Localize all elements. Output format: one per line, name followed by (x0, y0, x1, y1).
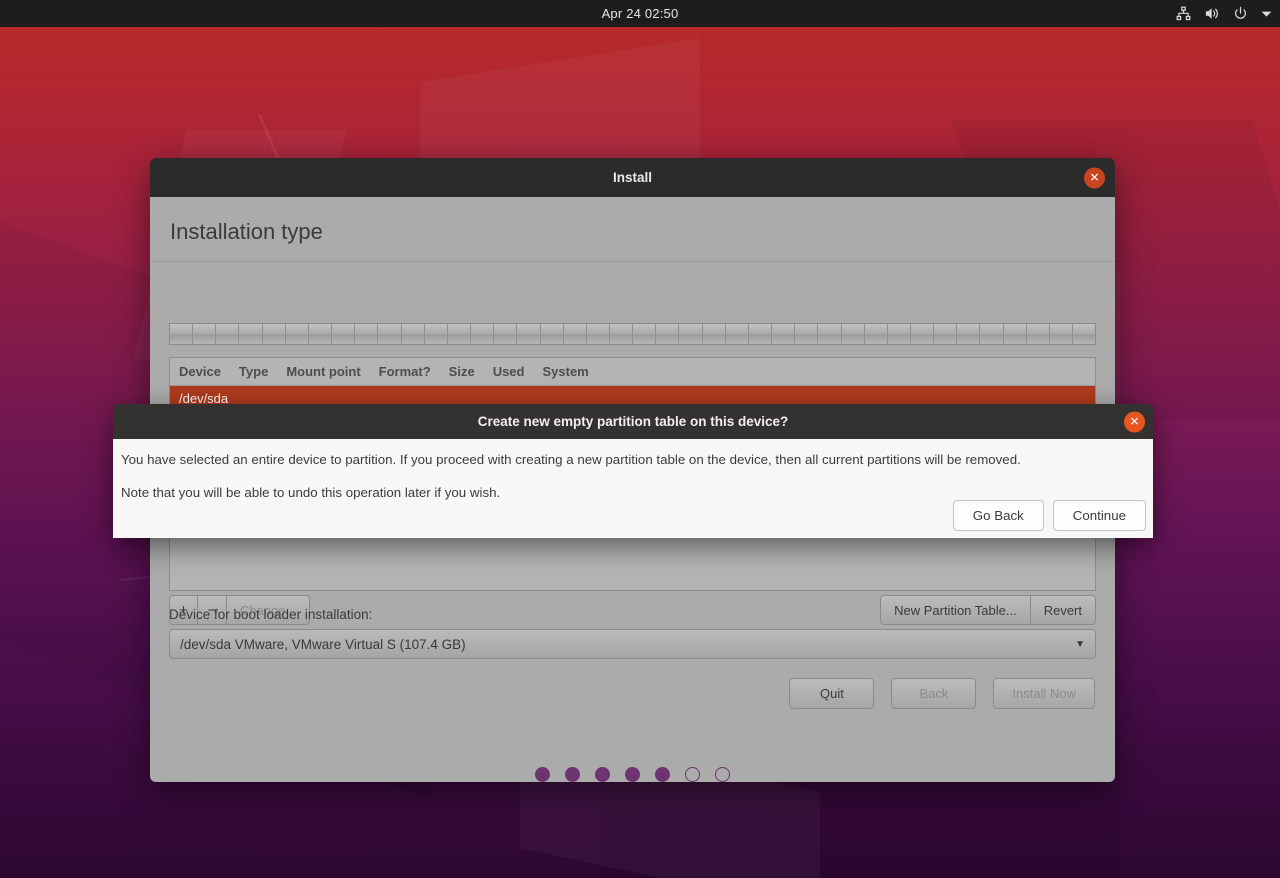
header-divider (150, 261, 1115, 262)
progress-dots (150, 767, 1115, 782)
bottom-action-bar: Quit Back Install Now (789, 678, 1095, 709)
disk-segment (402, 324, 425, 344)
disk-segment (448, 324, 472, 344)
progress-dot (655, 767, 670, 782)
dialog-paragraph-1: You have selected an entire device to pa… (121, 452, 1021, 467)
disk-segment (865, 324, 888, 344)
progress-dot (595, 767, 610, 782)
column-header-system: System (542, 364, 589, 379)
continue-button[interactable]: Continue (1052, 500, 1146, 531)
disk-segment (263, 324, 286, 344)
close-icon[interactable]: ✕ (1084, 167, 1105, 188)
disk-segment (633, 324, 657, 344)
disk-segment (309, 324, 333, 344)
page-header: Installation type (150, 197, 1115, 245)
chevron-down-icon: ▼ (1075, 638, 1085, 650)
dialog-title: Create new empty partition table on this… (477, 414, 789, 429)
disk-segment (1050, 324, 1074, 344)
disk-segment (587, 324, 610, 344)
disk-segment (286, 324, 309, 344)
revert-button[interactable]: Revert (1030, 595, 1096, 625)
column-header-type: Type (238, 364, 269, 379)
disk-segment (772, 324, 796, 344)
column-header-mount-point: Mount point (286, 364, 361, 379)
disk-segment (378, 324, 402, 344)
window-title: Install (612, 170, 652, 185)
progress-dot (535, 767, 550, 782)
disk-segment (679, 324, 703, 344)
disk-segment (842, 324, 865, 344)
disk-segment (239, 324, 263, 344)
disk-segment (795, 324, 819, 344)
disk-segment (911, 324, 935, 344)
window-titlebar: Install ✕ (150, 158, 1115, 197)
disk-segment (170, 324, 194, 344)
column-header-used: Used (492, 364, 525, 379)
disk-segment (703, 324, 726, 344)
power-icon[interactable] (1233, 6, 1248, 21)
install-now-button[interactable]: Install Now (993, 678, 1095, 709)
disk-segment (494, 324, 518, 344)
disk-segment (749, 324, 773, 344)
dialog-titlebar: Create new empty partition table on this… (113, 404, 1153, 439)
bootloader-label: Device for boot loader installation: (169, 607, 373, 622)
volume-icon[interactable] (1204, 6, 1220, 21)
network-icon[interactable] (1176, 6, 1191, 21)
column-header-size: Size (448, 364, 475, 379)
progress-dot (565, 767, 580, 782)
disk-segment (1004, 324, 1027, 344)
column-header-format: Format? (378, 364, 431, 379)
go-back-button[interactable]: Go Back (952, 500, 1044, 531)
partition-toolbar-right: New Partition Table... Revert (880, 595, 1096, 625)
bootloader-selected-value: /dev/sda VMware, VMware Virtual S (107.4… (180, 636, 466, 652)
system-top-bar: Apr 24 02:50 (0, 0, 1280, 27)
dialog-buttons: Go Back Continue (952, 500, 1146, 531)
disk-segment (818, 324, 842, 344)
quit-button[interactable]: Quit (789, 678, 875, 709)
progress-dot (715, 767, 730, 782)
disk-segment (541, 324, 564, 344)
disk-segment (957, 324, 981, 344)
disk-segment (656, 324, 680, 344)
disk-usage-bar (169, 323, 1096, 345)
progress-dot (685, 767, 700, 782)
clock[interactable]: Apr 24 02:50 (602, 6, 679, 21)
disk-segment (517, 324, 541, 344)
disk-segment (425, 324, 448, 344)
new-partition-table-button[interactable]: New Partition Table... (880, 595, 1031, 625)
disk-segment (471, 324, 495, 344)
dialog-body: You have selected an entire device to pa… (113, 439, 1153, 538)
page-title: Installation type (170, 219, 323, 244)
column-header-device: Device (179, 364, 221, 379)
system-status-area (1176, 0, 1272, 27)
disk-segment (934, 324, 958, 344)
disk-segment (564, 324, 587, 344)
chevron-down-icon[interactable] (1261, 10, 1272, 18)
disk-segment (216, 324, 240, 344)
confirm-partition-table-dialog: Create new empty partition table on this… (113, 404, 1153, 538)
bootloader-device-select[interactable]: /dev/sda VMware, VMware Virtual S (107.4… (169, 629, 1096, 659)
disk-segment (980, 324, 1004, 344)
back-button[interactable]: Back (891, 678, 977, 709)
disk-segment (1073, 324, 1095, 344)
close-icon[interactable]: ✕ (1124, 411, 1145, 432)
disk-segment (888, 324, 911, 344)
disk-segment (726, 324, 749, 344)
disk-segment (355, 324, 379, 344)
disk-segment (193, 324, 217, 344)
disk-segment (610, 324, 634, 344)
disk-segment (1027, 324, 1050, 344)
progress-dot (625, 767, 640, 782)
disk-segment (332, 324, 356, 344)
partition-table-header: Device Type Mount point Format? Size Use… (170, 358, 1095, 386)
